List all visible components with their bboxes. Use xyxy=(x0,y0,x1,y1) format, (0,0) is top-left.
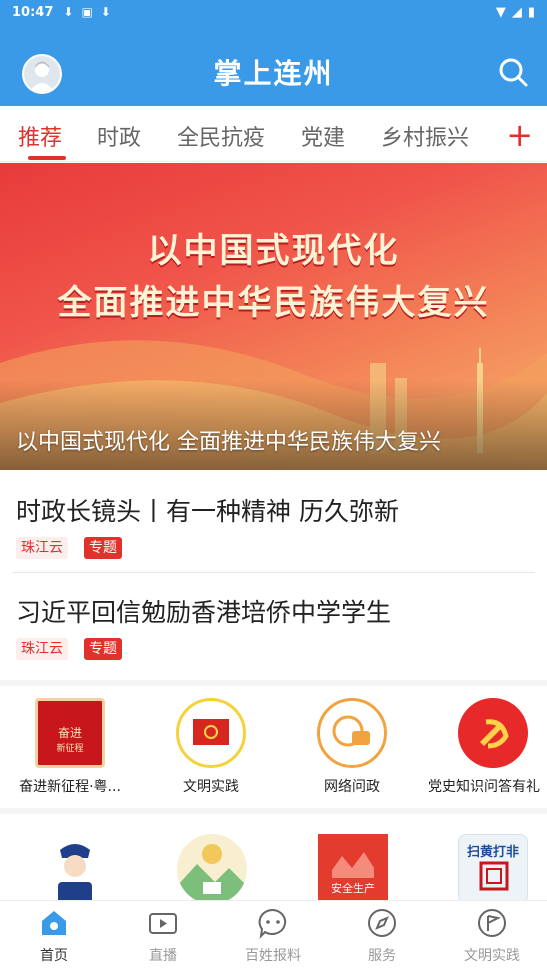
search-icon[interactable] xyxy=(497,56,529,88)
news-source-tag: 珠江云 xyxy=(16,537,68,559)
party-emblem-icon xyxy=(458,698,528,768)
status-bar: 10:47 ⬇ ▣ ⬇ ▼ ◢ ▮ xyxy=(0,0,547,24)
service-icons: 安全生产 扫黄打非 xyxy=(0,808,547,904)
download-icon: ⬇ xyxy=(63,5,74,19)
tab-recommend[interactable]: 推荐 xyxy=(18,120,62,152)
police-icon[interactable] xyxy=(40,834,110,904)
svg-text:奋进: 奋进 xyxy=(58,726,82,740)
status-time: 10:47 xyxy=(12,4,54,20)
app-notification-icon: ▣ xyxy=(81,5,93,19)
tab-politics[interactable]: 时政 xyxy=(97,120,141,152)
quick-link-label: 奋进新征程·粤... xyxy=(19,779,121,795)
news-topic-tag: 专题 xyxy=(84,638,122,660)
news-title: 时政长镜头丨有一种精神 历久弥新 xyxy=(16,497,399,526)
village-icon[interactable] xyxy=(177,834,247,904)
nav-label: 直播 xyxy=(149,948,177,964)
quick-link-new-journey[interactable]: 奋进 新征程 奋进新征程·粤... xyxy=(5,698,135,796)
quick-link-label: 党史知识问答有礼 xyxy=(428,779,540,795)
news-source-tag: 珠江云 xyxy=(16,638,68,660)
anti-porn-icon[interactable]: 扫黄打非 xyxy=(458,834,528,904)
nav-label: 首页 xyxy=(40,948,68,964)
nav-label: 文明实践 xyxy=(464,948,520,964)
quick-link-label: 网络问政 xyxy=(324,779,380,795)
nav-home[interactable]: 首页 xyxy=(4,907,104,965)
flag-icon xyxy=(476,907,508,939)
nav-services[interactable]: 服务 xyxy=(332,907,432,965)
safety-production-icon[interactable]: 安全生产 xyxy=(318,834,388,904)
banner-slogan-line1: 以中国式现代化 xyxy=(147,231,400,271)
video-icon xyxy=(147,907,179,939)
nav-live[interactable]: 直播 xyxy=(113,907,213,965)
tab-party-building[interactable]: 党建 xyxy=(301,120,345,152)
new-journey-icon: 奋进 新征程 xyxy=(35,698,105,768)
banner-caption: 以中国式现代化 全面推进中华民族伟大复兴 xyxy=(16,430,441,455)
quick-link-party-history-quiz[interactable]: 党史知识问答有礼 xyxy=(428,698,547,796)
active-tab-indicator xyxy=(28,156,66,160)
news-title: 习近平回信勉励香港培侨中学学生 xyxy=(16,598,392,627)
bottom-nav: 首页 直播 百姓报料 服务 文明实践 xyxy=(0,900,547,974)
home-icon xyxy=(38,907,70,939)
nav-citizen-report[interactable]: 百姓报料 xyxy=(223,907,323,965)
party-flag-icon xyxy=(176,698,246,768)
headline-banner[interactable]: 以中国式现代化 全面推进中华民族伟大复兴 以中国式现代化 全面推进中华民族伟大复… xyxy=(0,163,547,470)
quick-link-web-politics[interactable]: 网络问政 xyxy=(287,698,417,796)
quick-links: 奋进 新征程 奋进新征程·粤... 文明实践 网络问政 党史知识问答有礼 xyxy=(0,680,547,808)
tab-rural-revitalization[interactable]: 乡村振兴 xyxy=(381,120,469,152)
safety-production-text: 安全生产 xyxy=(331,882,375,895)
banner-slogan-line2: 全面推进中华民族伟大复兴 xyxy=(57,283,490,323)
nav-civilization-practice[interactable]: 文明实践 xyxy=(442,907,542,965)
news-item[interactable]: 习近平回信勉励香港培侨中学学生 珠江云 专题 xyxy=(0,573,547,675)
compass-icon xyxy=(366,907,398,939)
web-politics-icon xyxy=(317,698,387,768)
download-icon: ⬇ xyxy=(100,5,111,19)
chat-icon xyxy=(257,907,289,939)
news-topic-tag: 专题 xyxy=(84,537,122,559)
wifi-icon: ▼ xyxy=(495,4,506,20)
tab-epidemic[interactable]: 全民抗疫 xyxy=(177,120,265,152)
quick-link-civilization[interactable]: 文明实践 xyxy=(146,698,276,796)
svg-text:新征程: 新征程 xyxy=(56,742,83,754)
channel-tabs: 推荐 时政 全民抗疫 党建 乡村振兴 + xyxy=(0,106,547,162)
nav-label: 服务 xyxy=(368,948,396,964)
nav-label: 百姓报料 xyxy=(245,948,301,964)
quick-link-label: 文明实践 xyxy=(183,779,239,795)
news-item[interactable]: 时政长镜头丨有一种精神 历久弥新 珠江云 专题 xyxy=(0,470,547,572)
signal-icon: ◢ xyxy=(511,4,522,20)
app-title: 掌上连州 xyxy=(213,57,334,90)
app-bar: 掌上连州 xyxy=(0,24,547,106)
battery-icon: ▮ xyxy=(527,4,535,20)
add-channel-button[interactable]: + xyxy=(506,116,533,154)
